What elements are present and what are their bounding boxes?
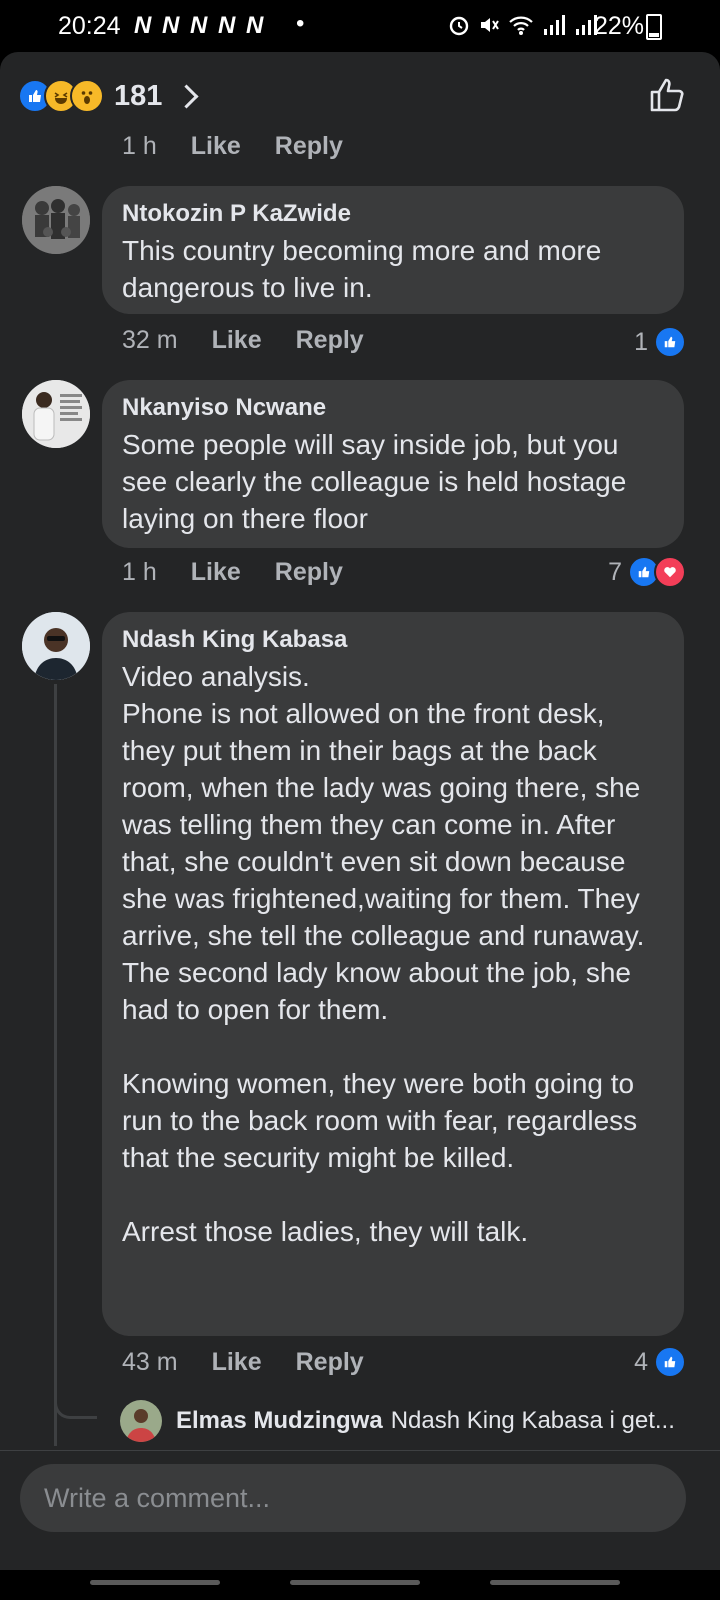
comment-meta: 32 m Like Reply [122, 326, 398, 355]
like-button[interactable]: Like [191, 558, 241, 587]
reaction-count: 7 [608, 557, 622, 586]
reply-connector [54, 1398, 97, 1419]
comment-reactions[interactable]: 4 [634, 1346, 686, 1378]
like-button[interactable]: Like [212, 326, 262, 355]
alarm-icon [449, 16, 469, 36]
avatar[interactable] [22, 380, 90, 448]
reactions-summary[interactable]: 181 [18, 76, 199, 116]
comment-time: 43 m [122, 1348, 178, 1376]
reaction-count: 4 [634, 1347, 648, 1376]
comment-meta: 43 m Like Reply [122, 1348, 398, 1377]
status-time: 20:24 [58, 12, 121, 40]
comment-time: 1 h [122, 558, 157, 586]
mute-icon [481, 18, 499, 32]
thread-line [54, 684, 57, 1446]
wifi-icon [509, 16, 533, 35]
chevron-right-icon [174, 83, 199, 109]
reactions-count: 181 [114, 79, 163, 112]
comment-bubble[interactable]: Ntokozin P KaZwide This country becoming… [102, 186, 684, 314]
system-icons [448, 14, 598, 36]
nav-home[interactable] [290, 1580, 420, 1585]
comments-sheet: 181 1 h Like Reply Ntokozin P KaZwide Th… [0, 52, 720, 1600]
reply-button[interactable]: Reply [296, 1348, 364, 1377]
avatar[interactable] [120, 1400, 162, 1442]
like-button[interactable]: Like [212, 1348, 262, 1377]
avatar[interactable] [22, 612, 90, 680]
comment-text: This country becoming more and more dang… [122, 235, 610, 303]
comment-time: 1 h [122, 132, 157, 160]
comment-author[interactable]: Nkanyiso Ncwane [122, 394, 664, 422]
reply-author[interactable]: Elmas Mudzingwa [176, 1407, 383, 1435]
reaction-count: 1 [634, 327, 648, 356]
like-icon [654, 326, 686, 358]
comment-meta: 1 h Like Reply [122, 558, 377, 587]
like-icon [654, 1346, 686, 1378]
reply-button[interactable]: Reply [275, 558, 343, 587]
love-icon [654, 556, 686, 588]
comment-reactions[interactable]: 1 [634, 326, 686, 358]
comment-author[interactable]: Ntokozin P KaZwide [122, 200, 664, 228]
wow-icon [70, 79, 104, 113]
signal-icon [544, 15, 565, 35]
comment-text: Some people will say inside job, but you… [122, 429, 635, 534]
comment-time: 32 m [122, 326, 178, 354]
comment-input[interactable] [42, 1481, 646, 1515]
system-nav-bar [0, 1570, 720, 1600]
notification-icons: N N N N N [134, 12, 266, 39]
comment-reactions[interactable]: 7 [608, 556, 686, 588]
status-bar: 20:24 N N N N N • 22% [0, 0, 720, 52]
reply-text: Ndash King Kabasa i get... [390, 1407, 675, 1434]
nav-back[interactable] [490, 1580, 620, 1585]
comment-meta-top: 1 h Like Reply [122, 132, 377, 161]
comment-bubble[interactable]: Ndash King Kabasa Video analysis. Phone … [102, 612, 684, 1336]
divider [0, 1450, 720, 1451]
comment-bubble[interactable]: Nkanyiso Ncwane Some people will say ins… [102, 380, 684, 548]
nav-recents[interactable] [90, 1580, 220, 1585]
battery-icon [646, 14, 662, 40]
more-notifications-dot: • [296, 10, 305, 37]
like-button[interactable]: Like [191, 132, 241, 161]
comment-text: Video analysis. Phone is not allowed on … [122, 661, 645, 1247]
avatar[interactable] [22, 186, 90, 254]
comment-author[interactable]: Ndash King Kabasa [122, 626, 664, 654]
like-outline-icon[interactable] [648, 76, 686, 114]
comment-composer[interactable] [20, 1464, 686, 1532]
reply-button[interactable]: Reply [275, 132, 343, 161]
battery-level: 22% [594, 12, 645, 40]
reply-button[interactable]: Reply [296, 326, 364, 355]
reply-preview[interactable]: Elmas Mudzingwa Ndash King Kabasa i get.… [120, 1400, 675, 1442]
